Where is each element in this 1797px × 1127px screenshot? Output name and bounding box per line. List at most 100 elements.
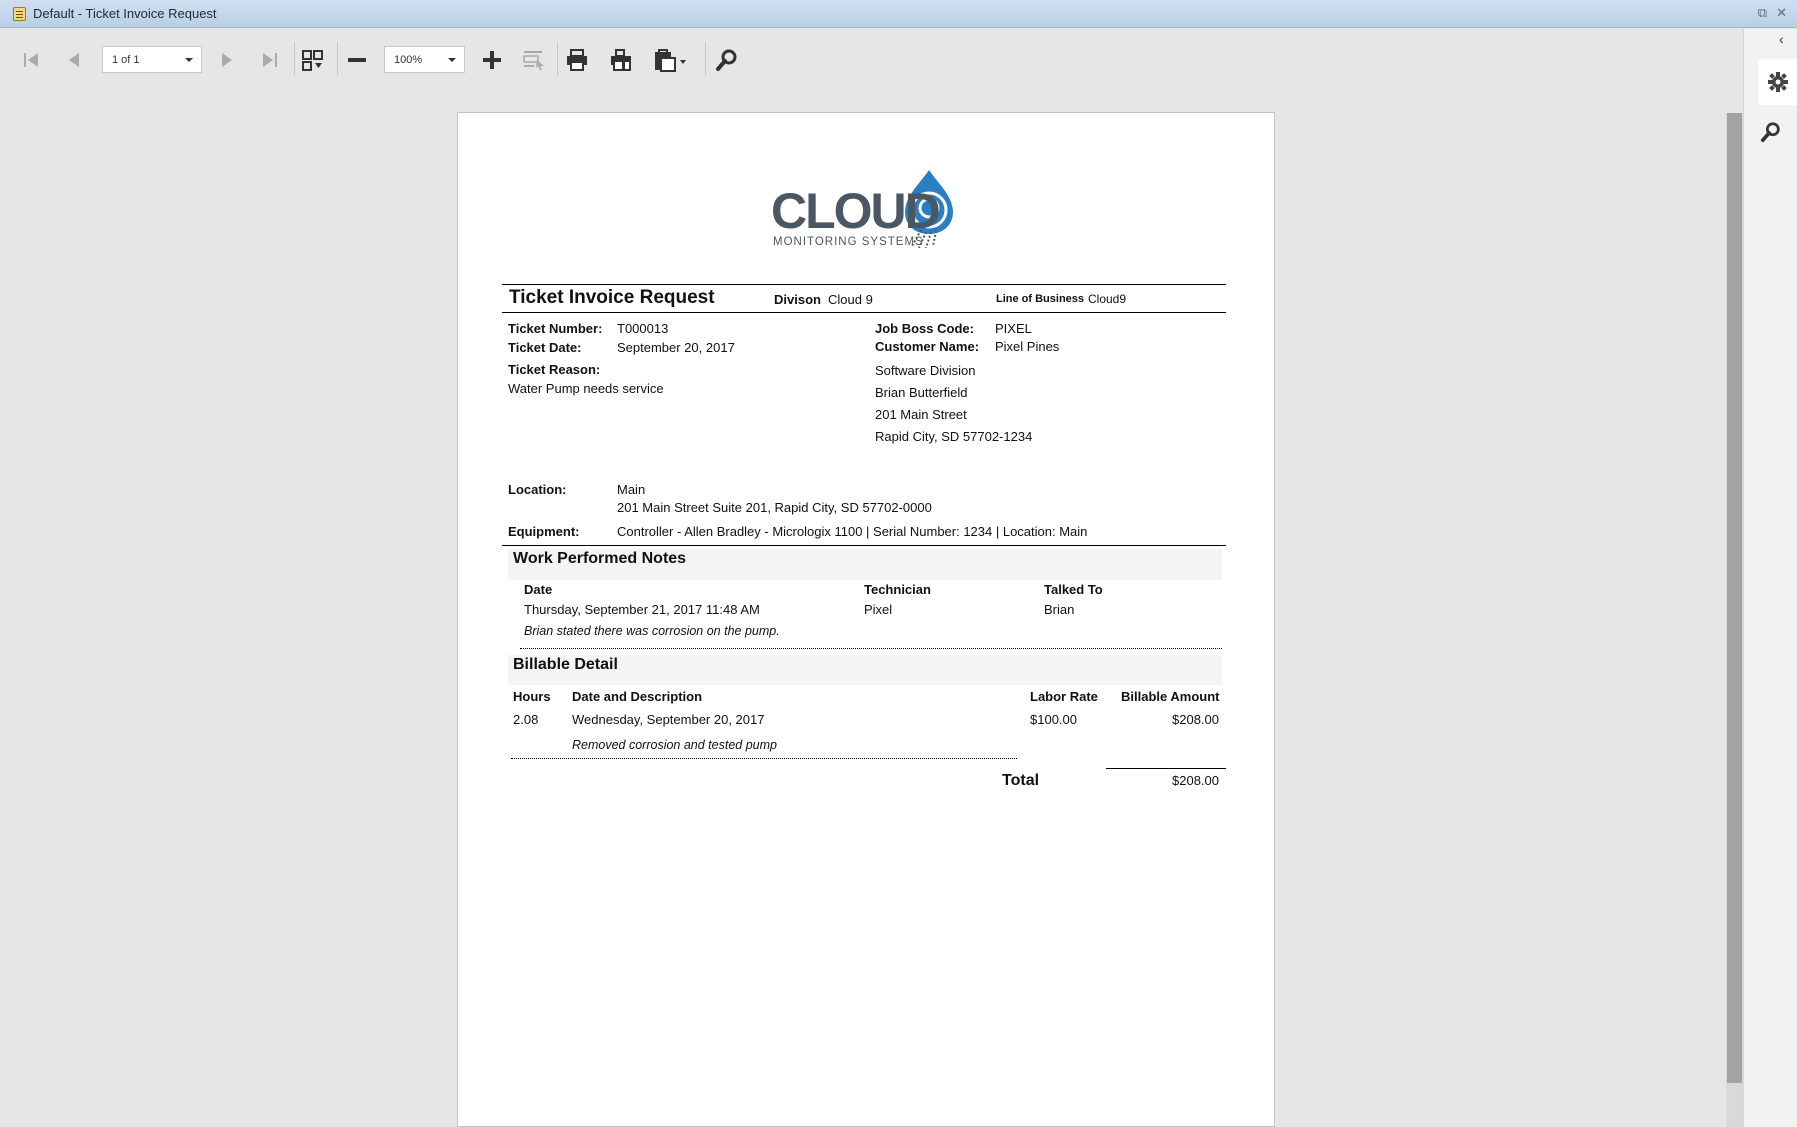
zoom-level: 100%: [394, 53, 423, 66]
search-panel-button[interactable]: [1758, 119, 1784, 145]
search-icon: [716, 49, 737, 71]
next-page-button[interactable]: [213, 46, 241, 74]
equipment-rule: [502, 545, 1226, 546]
total-value: $208.00: [1172, 773, 1219, 788]
location-label: Location:: [508, 482, 567, 497]
side-panel: ‹: [1743, 29, 1797, 1127]
billable-labor-rate: $100.00: [1030, 712, 1077, 727]
print-page-icon: [611, 49, 631, 71]
work-notes-dotted-rule: [520, 648, 1222, 649]
zoom-out-button[interactable]: [343, 46, 371, 74]
multi-page-view-button[interactable]: [299, 46, 327, 74]
first-page-button[interactable]: [17, 46, 45, 74]
division-label: Divison: [774, 292, 821, 307]
work-note-date: Thursday, September 21, 2017 11:48 AM: [524, 602, 760, 617]
work-note-technician: Pixel: [864, 602, 893, 617]
work-note-talked-to: Brian: [1044, 602, 1075, 617]
billable-description: Removed corrosion and tested pump: [572, 738, 777, 752]
logo-brand-text: CLOUD: [771, 183, 940, 239]
billable-col-date-description: Date and Description: [572, 689, 703, 704]
line-of-business-label: Line of Business: [996, 293, 1085, 305]
report-page: CLOUD MONITORING SYSTEMS Ticket Invoice …: [457, 112, 1275, 1127]
toolbar-separator: [294, 42, 295, 76]
close-icon[interactable]: ✕: [1776, 5, 1787, 21]
ticket-reason-label: Ticket Reason:: [508, 362, 601, 377]
export-button[interactable]: [651, 46, 691, 74]
window-title: Default - Ticket Invoice Request: [33, 6, 217, 21]
last-page-icon: [263, 53, 277, 67]
first-page-icon: [24, 53, 38, 67]
restore-icon[interactable]: ⧉: [1758, 5, 1767, 21]
window-controls: ⧉ ✕: [1758, 5, 1787, 21]
equipment-label: Equipment:: [508, 524, 580, 539]
location-address: 201 Main Street Suite 201, Rapid City, S…: [617, 500, 932, 515]
division-value: Cloud 9: [828, 292, 873, 307]
parameters-panel-button[interactable]: [1758, 59, 1797, 105]
work-notes-col-talked-to: Talked To: [1044, 582, 1103, 597]
scrollbar-thumb[interactable]: [1727, 113, 1742, 1083]
multi-page-icon: [302, 50, 323, 71]
customer-address-line: 201 Main Street: [875, 407, 967, 422]
line-of-business-value: Cloud9: [1088, 292, 1127, 306]
print-button[interactable]: [563, 46, 591, 74]
print-page-button[interactable]: [607, 46, 635, 74]
editing-fields-icon: [523, 51, 544, 70]
equipment-value: Controller - Allen Bradley - Micrologix …: [617, 524, 1088, 539]
billable-amount: $208.00: [1172, 712, 1219, 727]
previous-page-button[interactable]: [60, 46, 88, 74]
toolbar-separator: [705, 42, 706, 76]
ticket-number-label: Ticket Number:: [508, 321, 603, 336]
minus-icon: [348, 58, 366, 62]
billable-col-labor-rate: Labor Rate: [1030, 689, 1098, 704]
ticket-date-label: Ticket Date:: [508, 340, 582, 355]
ticket-date-value: September 20, 2017: [617, 340, 735, 355]
billable-dotted-rule: [511, 758, 1017, 759]
chevron-down-icon: [448, 58, 456, 62]
job-boss-code-label: Job Boss Code:: [875, 321, 974, 336]
report-title: Ticket Invoice Request: [509, 287, 715, 308]
location-name: Main: [617, 482, 646, 497]
gear-icon: [1768, 72, 1788, 92]
customer-address-line: Rapid City, SD 57702-1234: [875, 429, 1033, 444]
customer-name-label: Customer Name:: [875, 339, 980, 354]
customer-address-line: Brian Butterfield: [875, 385, 968, 400]
customer-name-value: Pixel Pines: [995, 339, 1060, 354]
cloud9-logo: CLOUD MONITORING SYSTEMS: [771, 170, 953, 248]
billable-date: Wednesday, September 20, 2017: [572, 712, 765, 727]
next-page-icon: [222, 53, 232, 67]
toolbar-separator: [557, 42, 558, 76]
job-boss-code-value: PIXEL: [995, 321, 1032, 336]
collapse-panel-icon[interactable]: ‹: [1779, 31, 1784, 47]
header-bottom-rule: [502, 312, 1226, 313]
work-notes-col-technician: Technician: [864, 582, 931, 597]
title-bar: Default - Ticket Invoice Request ⧉ ✕: [0, 0, 1797, 28]
total-label: Total: [1002, 772, 1040, 789]
printer-icon: [567, 49, 587, 71]
zoom-selector[interactable]: 100%: [384, 46, 465, 73]
customer-address-line: Software Division: [875, 363, 976, 378]
toolbar-separator: [337, 42, 338, 76]
last-page-button[interactable]: [256, 46, 284, 74]
work-notes-heading: Work Performed Notes: [513, 550, 687, 567]
total-rule: [1106, 768, 1226, 769]
billable-col-hours: Hours: [513, 689, 551, 704]
ticket-reason-value: Water Pump needs service: [508, 381, 664, 396]
page-indicator: 1 of 1: [112, 53, 140, 66]
plus-icon: [483, 51, 501, 69]
work-note-text: Brian stated there was corrosion on the …: [524, 624, 780, 638]
page-selector[interactable]: 1 of 1: [102, 46, 202, 73]
logo-tagline: MONITORING SYSTEMS: [773, 236, 924, 248]
zoom-in-button[interactable]: [478, 46, 506, 74]
viewer-toolbar: 1 of 1 100%: [0, 29, 1743, 91]
previous-page-icon: [69, 53, 79, 67]
highlight-editing-fields-button[interactable]: [520, 46, 548, 74]
search-button[interactable]: [713, 46, 741, 74]
billable-col-amount: Billable Amount: [1121, 689, 1220, 704]
search-icon: [1760, 122, 1780, 143]
work-notes-col-date: Date: [524, 582, 553, 597]
ticket-number-value: T000013: [617, 321, 669, 336]
billable-heading: Billable Detail: [513, 656, 618, 673]
header-top-rule: [502, 284, 1226, 285]
report-app-icon: [13, 6, 26, 21]
chevron-down-icon: [185, 58, 193, 62]
